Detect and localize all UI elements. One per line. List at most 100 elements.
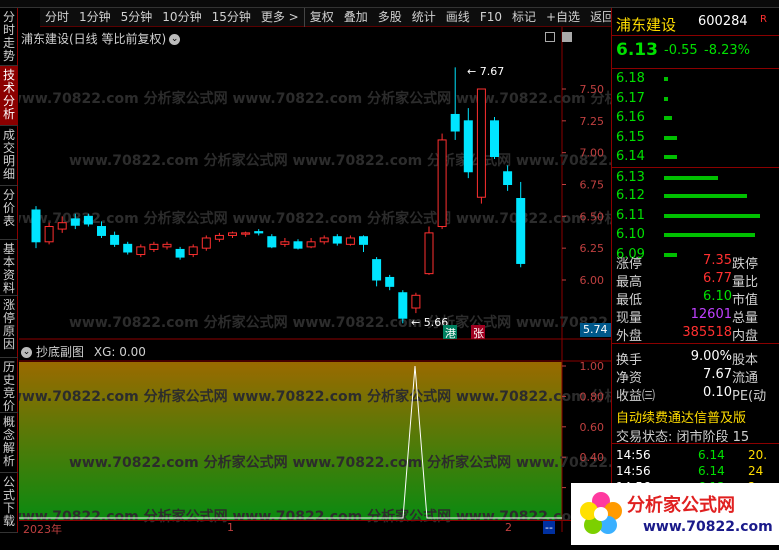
stat-value: 7.67 (703, 367, 732, 382)
low-price-label: ← 5.66 (411, 316, 448, 329)
sub-chart-title: ⌄ 抄底副图 XG: 0.00 (21, 345, 146, 359)
candle-body (214, 234, 224, 240)
toolbar-item[interactable]: F10 (475, 8, 507, 27)
tick-row: 14:56 6.14 20. (612, 448, 779, 464)
toolbar-item[interactable]: 更多 > (256, 8, 304, 27)
volume-bar (664, 135, 677, 140)
candle-body (241, 232, 251, 235)
candle-body (162, 243, 172, 248)
toolbar-item[interactable]: 复权 (303, 7, 339, 27)
candle-body (463, 120, 473, 173)
left-tab[interactable]: 概念解析 (0, 413, 18, 473)
left-tab[interactable]: 公式下载 (0, 473, 18, 533)
volume-bar (664, 194, 747, 198)
price-change: -0.55 (664, 43, 698, 58)
stat-row: 外盘 385518 内盘 (612, 324, 779, 344)
stat-value: 12601 (690, 307, 732, 322)
left-tab[interactable]: 技术分析 (0, 66, 18, 126)
sub-tick-label: 0.60 (580, 421, 605, 434)
order-price: 6.11 (616, 207, 645, 223)
stat-row: 涨停 7.35 跌停 (612, 252, 779, 272)
sub-tick-label: 0.80 (580, 390, 605, 403)
tick-row: 14:56 6.14 24 (612, 464, 779, 480)
toolbar-item[interactable]: 5分钟 (116, 8, 158, 27)
toolbar-item[interactable]: 10分钟 (157, 8, 206, 27)
sub-tick-label: 1.00 (580, 360, 605, 373)
stat-value: 385518 (682, 325, 732, 340)
candle-body (175, 248, 185, 258)
volume-bar (664, 96, 668, 101)
candle-body (398, 292, 408, 319)
tick-volume: 24 (748, 464, 764, 478)
candle-body (476, 88, 486, 198)
sub-chart-background (19, 362, 562, 520)
maximize-icon[interactable] (545, 32, 555, 42)
toolbar-item[interactable]: 1分钟 (74, 8, 116, 27)
toolbar-item[interactable]: 统计 (407, 8, 441, 27)
time-axis: 2023年 1 2 -- (19, 520, 611, 536)
restore-icon[interactable] (562, 32, 572, 42)
candle-body (110, 234, 120, 245)
toolbar-item[interactable]: 多股 (373, 8, 407, 27)
price-tick-label: 7.00 (580, 147, 605, 160)
candle-body (503, 171, 513, 185)
watermark-text: www.70822.com 分析家公式网 www.70822.com 分析家公式… (19, 388, 611, 405)
toolbar-item[interactable]: 画线 (441, 8, 475, 27)
toolbar-item[interactable]: +自选 (541, 8, 585, 27)
kline-chart[interactable]: www.70822.com 分析家公式网 www.70822.com 分析家公式… (19, 27, 611, 532)
watermark-text: www.70822.com 分析家公式网 www.70822.com 分析家公式… (69, 152, 611, 169)
watermark-text: www.70822.com 分析家公式网 www.70822.com 分析家公式… (19, 90, 611, 107)
left-tab[interactable]: 涨停原因 (0, 296, 18, 358)
order-price: 6.15 (616, 129, 645, 145)
r-badge: R (760, 14, 767, 25)
chart-area[interactable]: www.70822.com 分析家公式网 www.70822.com 分析家公式… (19, 27, 614, 532)
left-tab[interactable]: 成交明细 (0, 126, 18, 186)
badge-label: 港 (445, 327, 456, 340)
toolbar-item[interactable]: 叠加 (339, 8, 373, 27)
quote-summary: 6.13 -0.55 -8.23% (612, 37, 779, 69)
stat-row: 净资 7.67 流通 (612, 366, 779, 386)
left-tab-bar: 分时走势 技术分析 成交明细 分价表 基本资料 涨停原因 历史竞价 概念解析 公式下载 (0, 8, 18, 533)
chevron-down-icon[interactable]: ⌄ (21, 347, 32, 358)
divider (612, 343, 779, 344)
left-tab[interactable]: 分时走势 (0, 8, 18, 66)
toolbar-item[interactable]: 分时 (40, 8, 74, 27)
candle-body (516, 198, 526, 264)
price-tick-label: 6.50 (580, 210, 605, 223)
order-book-row: 6.12 (612, 186, 779, 205)
volume-bar (664, 213, 760, 218)
stock-code: 600284 (698, 14, 748, 29)
stat-value: 6.10 (703, 289, 732, 304)
candle-body (437, 139, 447, 228)
price-tick-label: 6.00 (580, 274, 605, 287)
tick-time: 14:56 (616, 464, 651, 478)
toolbar-item[interactable]: 15分钟 (207, 8, 256, 27)
candle-body (372, 259, 382, 281)
watermark-text: www.70822.com 分析家公式网 www.70822.com 分析家公式… (69, 454, 611, 471)
stat-row: 最高 6.77 量比 (612, 270, 779, 290)
candle-body (83, 215, 93, 225)
stat-row: 换手 9.00% 股本 (612, 348, 779, 368)
price-change-pct: -8.23% (704, 43, 750, 58)
logo-url: www.70822.com (643, 519, 773, 535)
volume-bar (664, 175, 718, 180)
candle-body (149, 243, 159, 250)
candle-body (267, 236, 277, 248)
current-price-marker: 5.74 (580, 323, 614, 337)
candle-body (31, 209, 41, 243)
left-tab[interactable]: 基本资料 (0, 240, 18, 296)
badge-label: 张 (473, 327, 484, 340)
trade-state: 交易状态: 闭市阶段 15 (612, 426, 779, 444)
stat-row: 最低 6.10 市值 (612, 288, 779, 308)
candle-body (70, 218, 80, 226)
ad-marquee[interactable]: 自动续费通达信普及版 (612, 407, 779, 425)
chevron-down-icon[interactable]: ⌄ (169, 34, 181, 45)
volume-bar (664, 116, 672, 120)
stat-label: 外盘 (616, 329, 643, 344)
left-tab[interactable]: 历史竞价 (0, 358, 18, 413)
left-tab[interactable]: 分价表 (0, 186, 18, 240)
flower-logo-icon (580, 492, 622, 534)
toolbar-item[interactable]: 标记 (507, 8, 541, 27)
sub-tick-label: 0.40 (580, 451, 605, 464)
logo-text: 分析家公式网 (627, 495, 735, 516)
